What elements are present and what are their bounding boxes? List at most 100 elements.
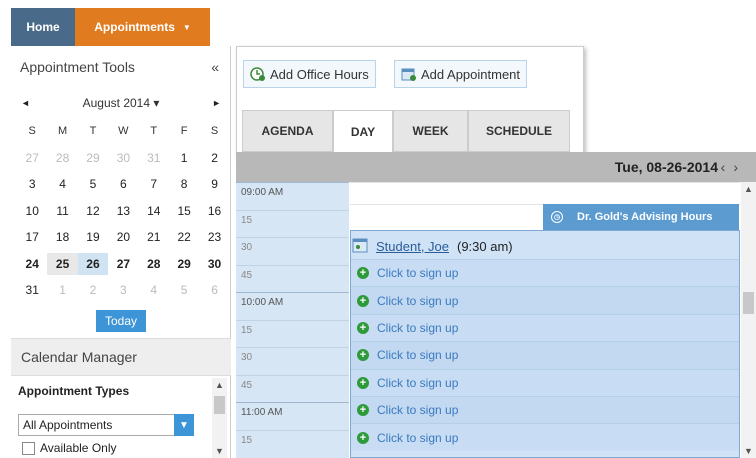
advising-hours-event[interactable]: ◷ Dr. Gold's Advising Hours [543, 204, 739, 230]
time-label: 10:00 AM [236, 292, 349, 320]
calendar-day[interactable]: 22 [169, 226, 199, 248]
scroll-thumb[interactable] [214, 396, 225, 414]
calendar-day[interactable]: 5 [169, 279, 199, 301]
day-scrollbar[interactable]: ▲ ▼ [741, 182, 756, 458]
scroll-up-icon[interactable]: ▲ [741, 184, 756, 194]
month-selector[interactable]: August 2014 ▾ [83, 96, 160, 110]
calendar-day[interactable]: 11 [47, 200, 77, 222]
calendar-day[interactable]: 29 [169, 253, 199, 275]
clock-icon: ◷ [551, 211, 563, 223]
calendar-week-row: 17 18 19 20 21 22 23 [17, 224, 230, 251]
time-label: 09:00 AM [236, 182, 349, 210]
scroll-up-icon[interactable]: ▲ [212, 380, 227, 390]
signup-label: Click to sign up [377, 293, 459, 308]
calendar-day[interactable]: 6 [199, 279, 229, 301]
calendar-day[interactable]: 29 [78, 147, 108, 169]
signup-slot[interactable]: + Click to sign up [351, 286, 739, 314]
add-office-hours-button[interactable]: Add Office Hours [243, 60, 376, 88]
calendar-day[interactable]: 27 [108, 253, 138, 275]
calendar-manager-header[interactable]: Calendar Manager [11, 338, 231, 376]
calendar-week-row: 10 11 12 13 14 15 16 [17, 198, 230, 225]
calendar-day[interactable]: 28 [47, 147, 77, 169]
chevron-down-icon: ▼ [182, 22, 191, 32]
nav-appointments[interactable]: Appointments ▼ [75, 8, 210, 46]
calendar-day[interactable]: 20 [108, 226, 138, 248]
calendar-day[interactable]: 26 [77, 252, 109, 275]
calendar-day[interactable]: 31 [139, 147, 169, 169]
calendar-day[interactable]: 1 [169, 147, 199, 169]
calendar-day[interactable]: 2 [199, 147, 229, 169]
calendar-day[interactable]: 5 [78, 173, 108, 195]
calendar-day[interactable]: 4 [139, 279, 169, 301]
signup-slot[interactable]: + Click to sign up [351, 423, 739, 451]
tab-agenda[interactable]: AGENDA [242, 110, 333, 152]
time-label: 15 [236, 429, 349, 458]
add-appointment-icon [401, 66, 417, 82]
calendar-day[interactable]: 14 [139, 200, 169, 222]
student-appointment[interactable]: Student, Joe (9:30 am) [352, 233, 513, 259]
empty-slot[interactable] [350, 182, 740, 204]
calendar-day[interactable]: 21 [139, 226, 169, 248]
weekday-label: S [28, 125, 36, 138]
appointment-types-select[interactable]: All Appointments ▼ [18, 414, 194, 436]
calendar-day[interactable]: 23 [199, 226, 229, 248]
signup-slot[interactable]: + Click to sign up [351, 259, 739, 287]
nav-home[interactable]: Home [11, 8, 75, 46]
calendar-day[interactable]: 2 [78, 279, 108, 301]
student-name-link[interactable]: Student, Joe [376, 239, 449, 254]
advising-hours-label: Dr. Gold's Advising Hours [577, 211, 713, 223]
calendar-day[interactable]: 19 [78, 226, 108, 248]
prev-month-icon[interactable]: ◄ [21, 98, 30, 108]
calendar-day[interactable]: 25 [47, 252, 78, 275]
signup-slot[interactable]: + Click to sign up [351, 341, 739, 369]
signup-slot[interactable]: + Click to sign up [351, 313, 739, 342]
student-appointment-time: (9:30 am) [457, 238, 513, 254]
calendar-day[interactable]: 17 [17, 226, 47, 248]
signup-label: Click to sign up [377, 403, 459, 418]
plus-circle-icon: + [357, 321, 369, 334]
calendar-day[interactable]: 4 [47, 173, 77, 195]
today-button[interactable]: Today [96, 310, 146, 332]
calendar-day[interactable]: 31 [17, 279, 47, 301]
calendar-day[interactable]: 28 [139, 253, 169, 275]
available-only-checkbox[interactable] [22, 441, 35, 455]
calendar-day[interactable]: 18 [47, 226, 77, 248]
tab-day[interactable]: DAY [333, 110, 393, 152]
scroll-thumb[interactable] [743, 292, 754, 314]
calendar-day[interactable]: 3 [17, 173, 47, 195]
weekday-label: S [210, 125, 219, 138]
tab-week[interactable]: WEEK [393, 110, 468, 152]
calendar-day[interactable]: 7 [139, 173, 169, 195]
calendar-day[interactable]: 6 [108, 173, 138, 195]
calendar-day[interactable]: 9 [199, 173, 229, 195]
prev-day-icon[interactable]: ‹ [721, 159, 726, 175]
calendar-day[interactable]: 30 [199, 253, 229, 275]
calendar-day[interactable]: 3 [108, 279, 138, 301]
add-appointment-button[interactable]: Add Appointment [394, 60, 528, 88]
sidebar-scrollbar[interactable]: ▲ ▼ [212, 378, 227, 458]
tab-schedule[interactable]: SCHEDULE [468, 110, 570, 152]
available-only-label: Available Only [40, 441, 117, 455]
time-label: 15 [236, 319, 349, 348]
calendar-day[interactable]: 1 [47, 279, 77, 301]
scroll-down-icon[interactable]: ▼ [741, 446, 756, 456]
signup-slot[interactable]: + Click to sign up [351, 368, 739, 396]
collapse-icon[interactable]: « [211, 59, 219, 75]
signup-slot[interactable]: + Click to sign up [351, 396, 739, 424]
calendar-day[interactable]: 27 [17, 147, 47, 169]
view-tabs: AGENDA DAY WEEK SCHEDULE [242, 110, 582, 152]
calendar-day[interactable]: 13 [108, 200, 138, 222]
chevron-down-icon[interactable]: ▼ [174, 414, 194, 436]
next-month-icon[interactable]: ► [212, 98, 221, 108]
calendar-day[interactable]: 8 [169, 173, 199, 195]
scroll-down-icon[interactable]: ▼ [212, 446, 227, 456]
available-only-option[interactable]: Available Only [22, 441, 117, 455]
calendar-day[interactable]: 15 [169, 200, 199, 222]
calendar-day[interactable]: 10 [17, 200, 47, 222]
next-day-icon[interactable]: › [733, 159, 738, 175]
add-office-hours-label: Add Office Hours [270, 66, 369, 82]
calendar-day[interactable]: 30 [108, 147, 138, 169]
calendar-day[interactable]: 12 [78, 200, 108, 222]
calendar-day[interactable]: 24 [17, 253, 47, 275]
calendar-day[interactable]: 16 [199, 200, 229, 222]
